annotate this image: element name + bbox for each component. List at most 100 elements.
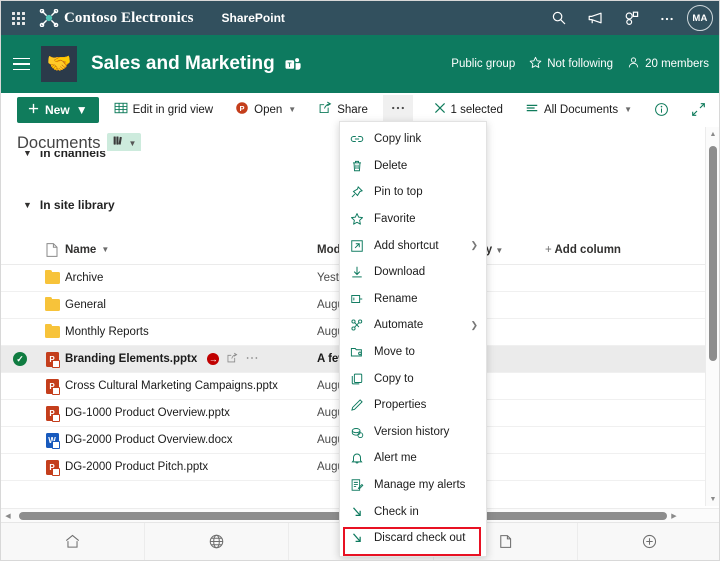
menu-item-label: Download [374, 266, 425, 278]
app-launcher-icon[interactable] [1, 1, 35, 35]
view-selector-label: All Documents [544, 104, 618, 116]
add-icon[interactable] [578, 523, 720, 561]
teams-icon[interactable]: T [285, 57, 301, 72]
file-name-cell[interactable]: Branding Elements.pptx→ [65, 352, 317, 367]
site-logo-icon: 🤝 [41, 46, 77, 82]
share-button[interactable]: Share [311, 95, 375, 125]
view-selector-button[interactable]: All Documents ▼ [518, 95, 639, 125]
menu-item-properties[interactable]: Properties [340, 392, 486, 419]
chevron-down-icon: ▼ [76, 103, 88, 117]
star-icon [529, 56, 542, 72]
menu-item-alert-me[interactable]: Alert me [340, 445, 486, 472]
check-in-icon [350, 505, 368, 519]
ellipsis-icon[interactable] [649, 1, 685, 35]
file-name-label: General [65, 299, 106, 311]
checked-out-icon[interactable]: → [207, 353, 219, 365]
menu-item-copy-to[interactable]: Copy to [340, 365, 486, 392]
menu-item-label: Delete [374, 160, 407, 172]
open-button[interactable]: P Open ▼ [228, 95, 303, 125]
pencil-icon [350, 398, 368, 412]
chevron-down-icon: ▼ [23, 151, 32, 158]
clear-selection-button[interactable]: 1 selected [427, 95, 510, 125]
menu-item-check-in[interactable]: Check in [340, 498, 486, 525]
add-column-button[interactable]: + Add column [545, 244, 720, 256]
page-title: Sales and Marketing [91, 53, 275, 75]
vertical-scrollbar-thumb[interactable] [709, 146, 717, 361]
row-select-checkbox[interactable]: ✓ [1, 352, 39, 366]
share-icon[interactable] [226, 352, 238, 367]
new-button-label: New [45, 103, 70, 117]
group-label: In site library [40, 198, 115, 212]
more-commands-button[interactable] [383, 95, 413, 125]
menu-item-label: Copy link [374, 133, 421, 145]
menu-item-manage-my-alerts[interactable]: Manage my alerts [340, 472, 486, 499]
file-name-cell[interactable]: Archive [65, 272, 317, 284]
file-name-cell[interactable]: Cross Cultural Marketing Campaigns.pptx [65, 380, 317, 392]
settings-app-icon[interactable] [613, 1, 649, 35]
menu-item-version-history[interactable]: Version history [340, 419, 486, 446]
menu-item-label: Pin to top [374, 186, 423, 198]
info-icon[interactable] [647, 95, 676, 125]
site-header: 🤝 Sales and Marketing T Public group Not… [1, 35, 720, 93]
avatar[interactable]: MA [687, 5, 713, 31]
file-name-cell[interactable]: DG-1000 Product Overview.pptx [65, 407, 317, 419]
link-icon [350, 132, 368, 146]
menu-item-delete[interactable]: Delete [340, 153, 486, 180]
chevron-right-icon: ❯ [470, 240, 478, 251]
open-button-label: Open [254, 104, 282, 116]
expand-icon[interactable] [684, 95, 713, 125]
menu-item-download[interactable]: Download [340, 259, 486, 286]
row-more-icon[interactable] [245, 352, 259, 367]
group-header-in-channels[interactable]: ▼ In channels [1, 151, 106, 167]
scroll-up-icon[interactable]: ▲ [706, 127, 720, 141]
discard-check-out-icon [350, 531, 368, 545]
edit-in-grid-view-button[interactable]: Edit in grid view [107, 95, 221, 125]
menu-item-rename[interactable]: Rename [340, 286, 486, 313]
plus-icon: + [545, 244, 552, 256]
ellipsis-icon [390, 101, 406, 118]
suite-brand-name[interactable]: Contoso Electronics [64, 10, 194, 27]
menu-item-pin-to-top[interactable]: Pin to top [340, 179, 486, 206]
copy-to-icon [350, 372, 368, 386]
home-icon[interactable] [1, 523, 145, 561]
scroll-down-icon[interactable]: ▼ [706, 492, 720, 506]
file-name-cell[interactable]: Monthly Reports [65, 326, 317, 338]
file-type-column-header[interactable] [39, 243, 65, 257]
powerpoint-file-icon: P [39, 406, 65, 421]
follow-button[interactable]: Not following [529, 56, 613, 72]
context-menu-items: Copy linkDeletePin to topFavoriteAdd sho… [340, 126, 486, 552]
scroll-left-icon[interactable]: ◀ [1, 509, 15, 523]
vertical-scrollbar[interactable]: ▲ ▼ [705, 127, 719, 506]
menu-item-automate[interactable]: Automate❯ [340, 312, 486, 339]
site-navigation-icon[interactable] [1, 35, 41, 93]
name-column-header[interactable]: Name ▼ [65, 244, 317, 256]
plus-icon [28, 103, 39, 117]
suite-app-name[interactable]: SharePoint [222, 11, 285, 25]
menu-item-label: Properties [374, 399, 426, 411]
menu-item-discard-check-out[interactable]: Discard check out [340, 525, 486, 552]
menu-item-add-shortcut[interactable]: Add shortcut ❯ [340, 232, 486, 259]
move-to-icon [350, 345, 368, 359]
share-button-label: Share [337, 104, 368, 116]
file-name-cell[interactable]: DG-2000 Product Overview.docx [65, 434, 317, 446]
command-bar-right: 1 selected All Documents ▼ [419, 95, 720, 125]
file-name-cell[interactable]: General [65, 299, 317, 311]
view-list-icon [525, 101, 539, 118]
members-button[interactable]: 20 members [627, 56, 709, 72]
suite-header: Contoso Electronics SharePoint MA [1, 1, 720, 35]
globe-icon[interactable] [145, 523, 289, 561]
scroll-right-icon[interactable]: ▶ [667, 509, 681, 523]
svg-text:P: P [240, 104, 245, 113]
menu-item-copy-link[interactable]: Copy link [340, 126, 486, 153]
menu-item-move-to[interactable]: Move to [340, 339, 486, 366]
menu-item-label: Add shortcut [374, 240, 439, 252]
file-name-cell[interactable]: DG-2000 Product Pitch.pptx [65, 461, 317, 473]
close-icon [434, 102, 446, 117]
search-icon[interactable] [541, 1, 577, 35]
menu-item-favorite[interactable]: Favorite [340, 206, 486, 233]
megaphone-icon[interactable] [577, 1, 613, 35]
library-switcher-button[interactable]: ▼ [107, 133, 141, 153]
menu-item-label: Move to [374, 346, 415, 358]
checkmark-icon: ✓ [13, 352, 27, 366]
new-button[interactable]: New ▼ [17, 97, 99, 123]
